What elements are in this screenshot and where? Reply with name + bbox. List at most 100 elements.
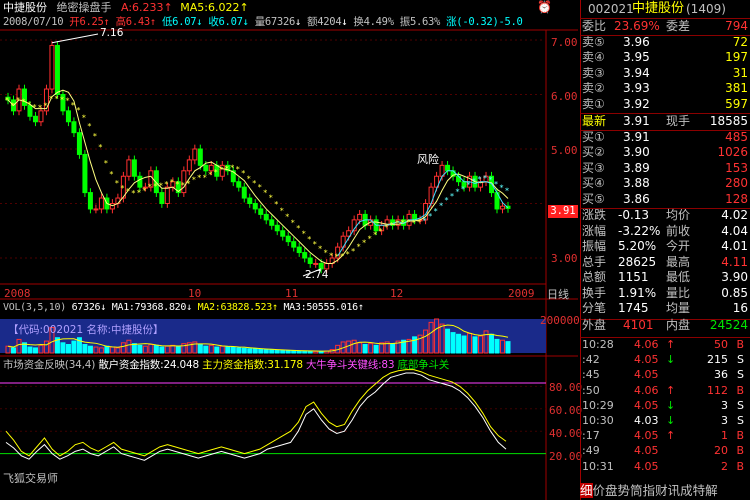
outer-value: 4101 [623,317,654,332]
volume-bar [10,347,16,354]
sell-order-row: 卖⑤ 3.96 72 [580,35,750,51]
ma-star-marker: * [263,189,267,198]
stat-label: 前收 [666,223,691,238]
candle-body [49,44,55,90]
sell-orders: 卖⑤ 3.96 72 卖④ 3.95 197 卖③ 3.94 31 卖② 3.93 381 卖① 3.92… [580,35,750,113]
ma-star-marker: * [406,218,410,227]
candle-body [291,241,297,248]
ma-star-marker: * [214,168,218,177]
ma-star-marker: * [219,166,223,175]
stat-label: 涨幅 [582,223,607,238]
ma-star-marker: * [175,180,179,189]
bottom-tab-7[interactable]: 讯 [668,483,681,498]
ma-star-marker: * [417,218,421,227]
ma-star-marker: * [104,159,108,168]
candle-body [258,208,264,215]
candle-body [131,159,137,177]
candle-body [126,159,132,177]
main-index: 主力资金指数:31.178 [202,359,303,371]
quote-code-number: (1409) [686,2,726,16]
tick-row[interactable]: 10:29 4.05 ↓ 3 S [580,398,750,413]
tick-row[interactable]: 10:30 4.03 ↓ 3 S [580,413,750,428]
tick-row[interactable]: :50 4.06 ↑ 112 B [580,383,750,398]
volume-bar [362,344,368,354]
weibi-label: 委比 [582,19,607,33]
stat-row: 分笔 1745 均量 16 [580,301,750,317]
ma-star-marker: * [478,175,482,184]
bottom-tab-0[interactable]: 细 [580,483,593,498]
volume-bar [230,346,236,354]
tick-time: 10:30 [582,413,614,427]
ma-star-marker: * [384,223,388,232]
order-label: 买② [582,145,605,159]
bottom-tab-2[interactable]: 盘 [605,483,618,498]
bottom-tab-6[interactable]: 财 [655,483,668,498]
order-volume: 381 [725,81,748,95]
volume-bar [241,347,247,354]
order-price: 3.90 [623,145,650,159]
ma-star-marker: * [49,95,53,104]
volume-bar [280,349,286,354]
weicha-value: 794 [725,19,748,33]
tick-row[interactable]: :49 4.05 20 B [580,443,750,458]
ma-star-marker: * [395,219,399,228]
outer-label: 外盘 [582,317,607,332]
volume-bar [274,349,280,354]
tick-price: 4.05 [634,368,659,382]
candle-body [192,148,198,161]
stat-label: 量比 [666,285,691,300]
bottom-tab-8[interactable]: 成 [680,483,693,498]
tick-row[interactable]: :45 4.05 36 S [580,367,750,382]
stat-value: 1745 [618,301,649,315]
ma-star-marker: * [71,101,75,110]
tick-volume: 36 [714,368,728,382]
ma-star-marker: * [329,251,333,260]
volume-bar [27,346,33,354]
candle-body [445,164,451,172]
bottom-tab-1[interactable]: 价 [593,483,606,498]
stat-value: 5.20% [618,239,657,253]
tick-side: B [736,383,744,397]
order-label: 卖④ [582,50,605,64]
cur-hand-label: 现手 [666,114,691,128]
volume-bar [269,349,275,354]
vol-axis-label: 200000 [540,314,580,327]
buy-order-row: 买⑤ 3.86 128 [580,192,750,208]
ma-star-marker: * [21,97,25,106]
ma-star-marker: * [76,106,80,115]
ma-star-marker: * [142,186,146,195]
order-volume: 597 [725,96,748,111]
candle-body [137,175,143,188]
bottom-tab-3[interactable]: 势 [618,483,631,498]
quote-title: 002021 中捷股份 (1409) [580,0,750,18]
volume-bar [258,348,264,354]
tick-list[interactable]: 10:28 4.06 ↑ 50 B:42 4.05 ↓ 215 S:45 4.05 36 S:50 4.… [580,337,750,474]
ma-star-marker: * [230,164,234,173]
period-label[interactable]: 日线 [547,286,569,302]
vol-ma2: MA2:63828.523 [197,302,273,313]
quote-name: 中捷股份 [632,1,685,16]
order-label: 卖③ [582,65,605,80]
candle-body [197,148,203,166]
tick-row[interactable]: :42 4.05 ↓ 215 S [580,352,750,367]
tick-time: 10:28 [582,338,614,351]
order-label: 买④ [582,176,605,190]
ma-star-marker: * [494,180,498,189]
volume-bar [247,348,253,354]
weicha-label: 委差 [666,19,691,33]
bottom-tab-9[interactable]: 特 [693,483,706,498]
candle-body [203,164,209,172]
tick-row[interactable]: :17 4.05 ↑ 1 B [580,428,750,443]
quote-panel: 002021 中捷股份 (1409) 委比 23.69% 委差 794 卖⑤ 3.… [580,0,750,500]
candle-body [32,115,38,123]
bottom-tab-10[interactable]: 解 [705,483,718,498]
tick-time: :42 [582,353,600,367]
tick-row[interactable]: 10:31 4.05 2 B [580,459,750,474]
volume-bar [390,343,396,354]
tick-row[interactable]: 10:28 4.06 ↑ 50 B [580,337,750,352]
bottom-tab-5[interactable]: 指 [643,483,656,498]
candle-body [186,159,192,172]
bottom-tab-4[interactable]: 筒 [630,483,643,498]
chart-area[interactable]: 中捷股份 绝密操盘手 A:6.233↑ MA5:6.022↑ 2008/07/1… [0,0,582,500]
order-price: 3.96 [623,34,650,49]
